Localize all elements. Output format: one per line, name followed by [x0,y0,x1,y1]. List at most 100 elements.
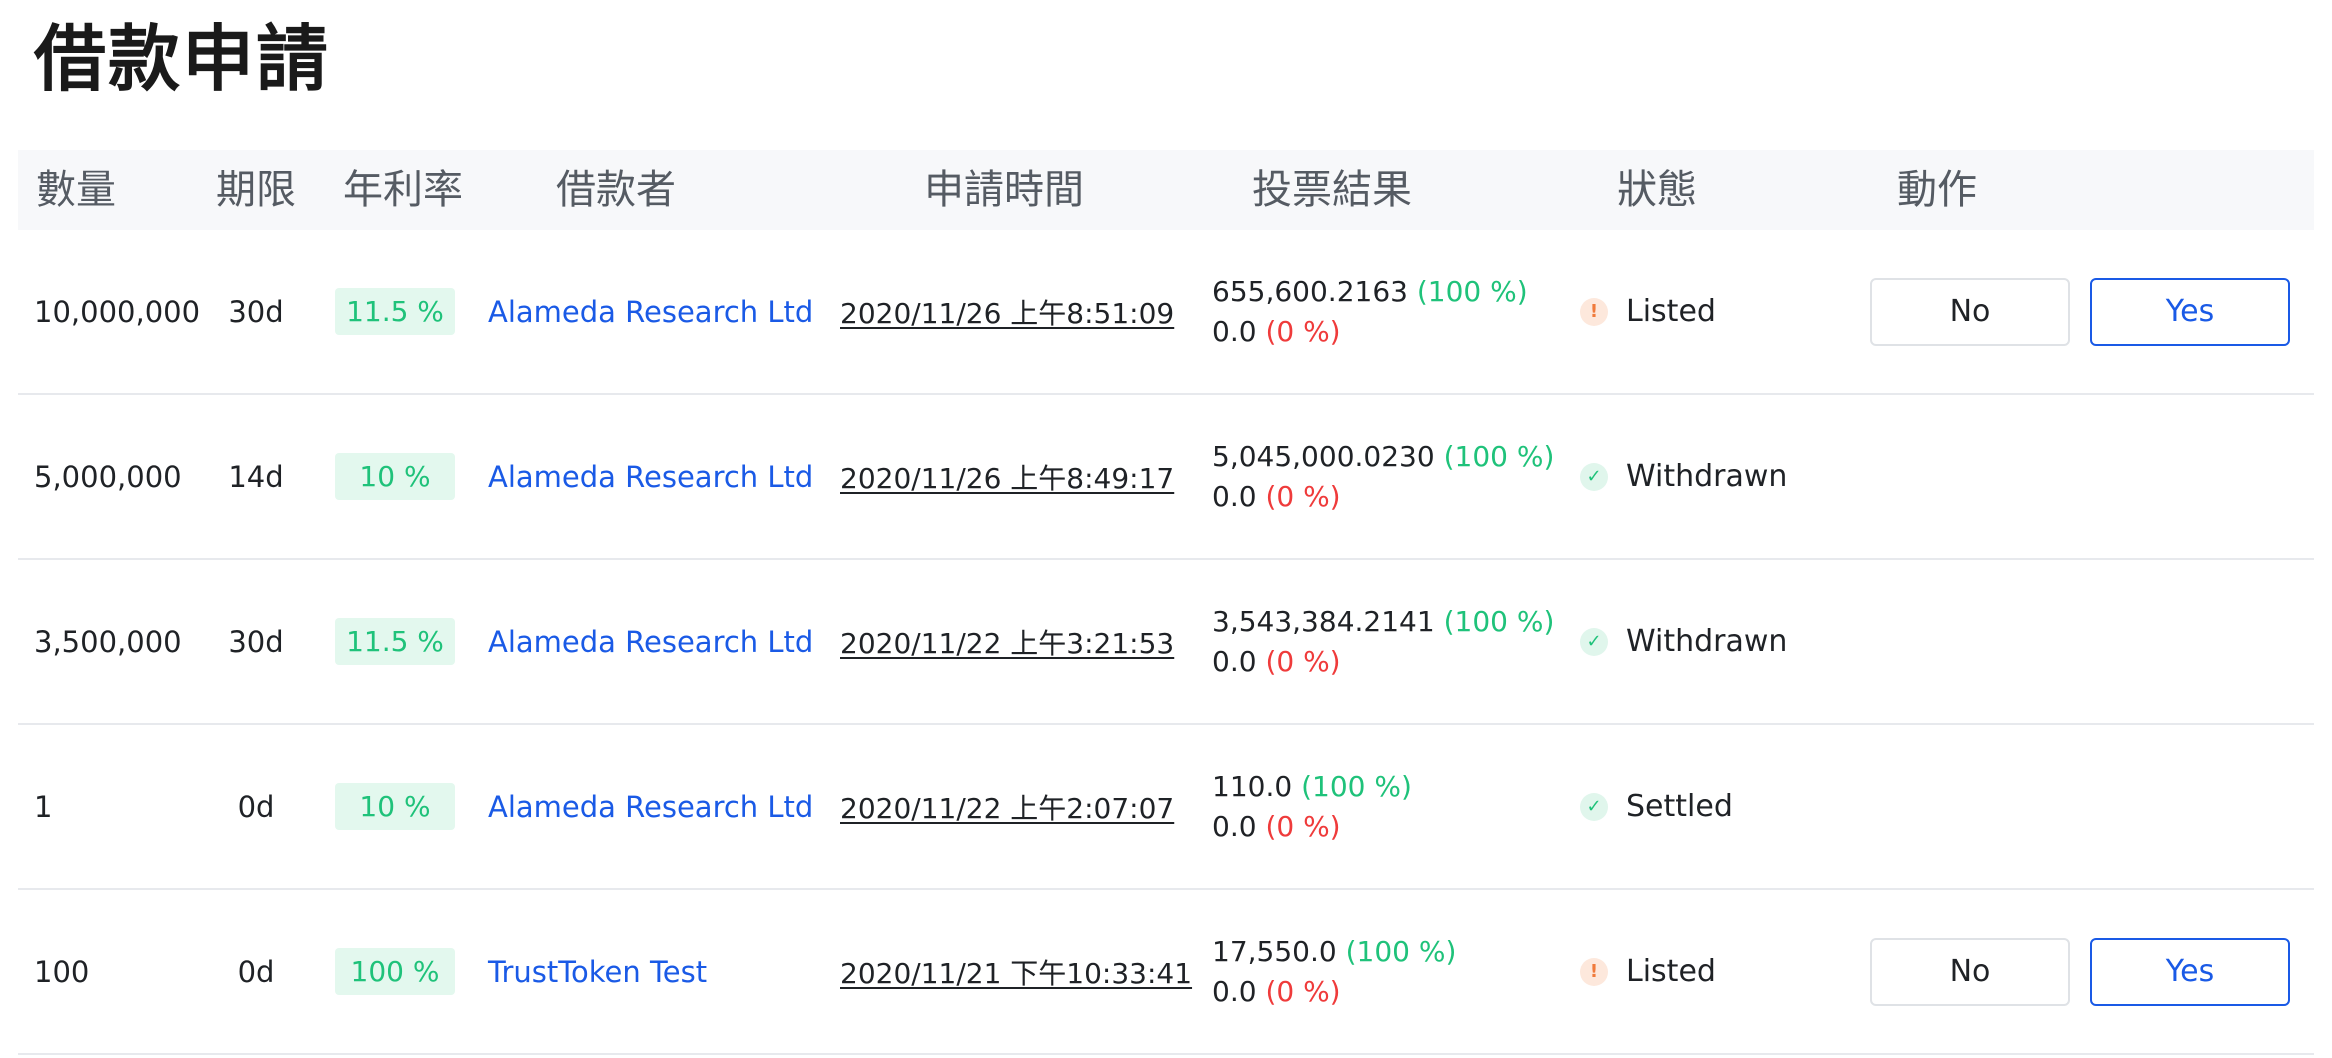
request-time-link[interactable]: 2020/11/22 上午3:21:53 [840,622,1174,662]
status-cell: ! Listed [1580,230,1860,393]
yes-vote-line: 110.0 (100 %) [1212,767,1412,807]
rate-cell: 10 % [335,395,455,558]
check-icon: ✓ [1580,462,1608,491]
table-row: 100 0d 100 % TrustToken Test 2020/11/21 … [18,890,2314,1055]
term-cell: 30d [196,230,316,393]
check-icon: ✓ [1580,627,1608,656]
amount-value: 1 [34,789,53,824]
action-cell: No Yes [1870,230,2310,393]
yes-vote-amount: 17,550.0 [1212,934,1337,968]
amount-value: 3,500,000 [34,624,182,659]
table-row: 10,000,000 30d 11.5 % Alameda Research L… [18,230,2314,395]
vote-yes-button[interactable]: Yes [2090,937,2290,1006]
vote-yes-button[interactable]: Yes [2090,277,2290,346]
rate-badge: 11.5 % [335,288,455,335]
table-row: 5,000,000 14d 10 % Alameda Research Ltd … [18,395,2314,560]
amount-value: 10,000,000 [34,294,201,329]
amount-cell: 3,500,000 [34,560,214,723]
yes-vote-percent: (100 %) [1301,769,1412,803]
yes-vote-line: 5,045,000.0230 (100 %) [1212,437,1554,477]
status-label: Withdrawn [1626,459,1788,494]
status-cell: ! Listed [1580,890,1860,1053]
vote-result-cell: 5,045,000.0230 (100 %) 0.0 (0 %) [1212,395,1572,558]
rate-badge: 100 % [335,948,455,995]
column-header-action: 動作 [1897,167,1977,213]
no-vote-amount: 0.0 [1212,479,1257,513]
rate-cell: 10 % [335,725,455,888]
action-cell [1870,725,2310,888]
term-cell: 0d [196,725,316,888]
action-cell: No Yes [1870,890,2310,1053]
borrower-cell: Alameda Research Ltd [488,560,818,723]
exclamation-icon: ! [1580,297,1608,326]
status-cell: ✓ Settled [1580,725,1860,888]
column-header-vote-result: 投票結果 [1252,167,1412,213]
request-time-link[interactable]: 2020/11/21 下午10:33:41 [840,952,1192,992]
time-cell: 2020/11/22 上午3:21:53 [840,560,1180,723]
vote-result-cell: 110.0 (100 %) 0.0 (0 %) [1212,725,1572,888]
column-header-amount: 數量 [36,167,116,213]
borrower-link[interactable]: Alameda Research Ltd [488,460,813,494]
status-cell: ✓ Withdrawn [1580,395,1860,558]
table-row: 1 0d 10 % Alameda Research Ltd 2020/11/2… [18,725,2314,890]
borrower-cell: Alameda Research Ltd [488,395,818,558]
term-value: 30d [228,294,284,329]
yes-vote-percent: (100 %) [1416,274,1528,308]
no-vote-line: 0.0 (0 %) [1212,807,1341,847]
vote-no-button[interactable]: No [1870,937,2070,1006]
rate-cell: 100 % [335,890,455,1053]
yes-vote-amount: 5,045,000.0230 [1212,439,1435,473]
request-time-link[interactable]: 2020/11/22 上午2:07:07 [840,787,1174,827]
column-header-borrower: 借款者 [556,167,676,213]
yes-vote-percent: (100 %) [1443,439,1555,473]
term-value: 0d [237,954,275,989]
request-time-link[interactable]: 2020/11/26 上午8:51:09 [840,292,1174,332]
column-header-term: 期限 [216,167,296,213]
no-vote-amount: 0.0 [1212,974,1257,1008]
rate-cell: 11.5 % [335,230,455,393]
amount-cell: 5,000,000 [34,395,214,558]
yes-vote-line: 17,550.0 (100 %) [1212,932,1456,972]
check-icon: ✓ [1580,792,1608,821]
no-vote-line: 0.0 (0 %) [1212,312,1341,352]
no-vote-amount: 0.0 [1212,644,1257,678]
borrower-link[interactable]: Alameda Research Ltd [488,790,813,824]
borrower-link[interactable]: TrustToken Test [488,955,707,989]
table-row: 3,500,000 30d 11.5 % Alameda Research Lt… [18,560,2314,725]
rate-cell: 11.5 % [335,560,455,723]
borrower-cell: Alameda Research Ltd [488,725,818,888]
request-time-link[interactable]: 2020/11/26 上午8:49:17 [840,457,1174,497]
borrower-cell: Alameda Research Ltd [488,230,818,393]
term-value: 30d [228,624,284,659]
action-cell [1870,395,2310,558]
exclamation-icon: ! [1580,957,1608,986]
no-vote-line: 0.0 (0 %) [1212,642,1341,682]
yes-vote-percent: (100 %) [1443,604,1555,638]
yes-vote-percent: (100 %) [1345,934,1457,968]
borrower-link[interactable]: Alameda Research Ltd [488,295,813,329]
amount-cell: 100 [34,890,214,1053]
yes-vote-amount: 655,600.2163 [1212,274,1408,308]
time-cell: 2020/11/21 下午10:33:41 [840,890,1192,1053]
rate-badge: 11.5 % [335,618,455,665]
status-label: Listed [1626,954,1716,989]
loan-requests-table: 數量 期限 年利率 借款者 申請時間 投票結果 狀態 動作 10,000,000… [18,150,2314,1055]
yes-vote-line: 655,600.2163 (100 %) [1212,272,1528,312]
table-header: 數量 期限 年利率 借款者 申請時間 投票結果 狀態 動作 [18,150,2314,230]
borrower-link[interactable]: Alameda Research Ltd [488,625,813,659]
status-label: Withdrawn [1626,624,1788,659]
yes-vote-amount: 3,543,384.2141 [1212,604,1435,638]
amount-cell: 10,000,000 [34,230,214,393]
vote-result-cell: 655,600.2163 (100 %) 0.0 (0 %) [1212,230,1572,393]
yes-vote-line: 3,543,384.2141 (100 %) [1212,602,1554,642]
rate-badge: 10 % [335,453,455,500]
rate-badge: 10 % [335,783,455,830]
time-cell: 2020/11/26 上午8:49:17 [840,395,1180,558]
vote-result-cell: 3,543,384.2141 (100 %) 0.0 (0 %) [1212,560,1572,723]
no-vote-percent: (0 %) [1265,974,1341,1008]
time-cell: 2020/11/26 上午8:51:09 [840,230,1180,393]
vote-no-button[interactable]: No [1870,277,2070,346]
term-cell: 0d [196,890,316,1053]
no-vote-amount: 0.0 [1212,809,1257,843]
term-value: 0d [237,789,275,824]
